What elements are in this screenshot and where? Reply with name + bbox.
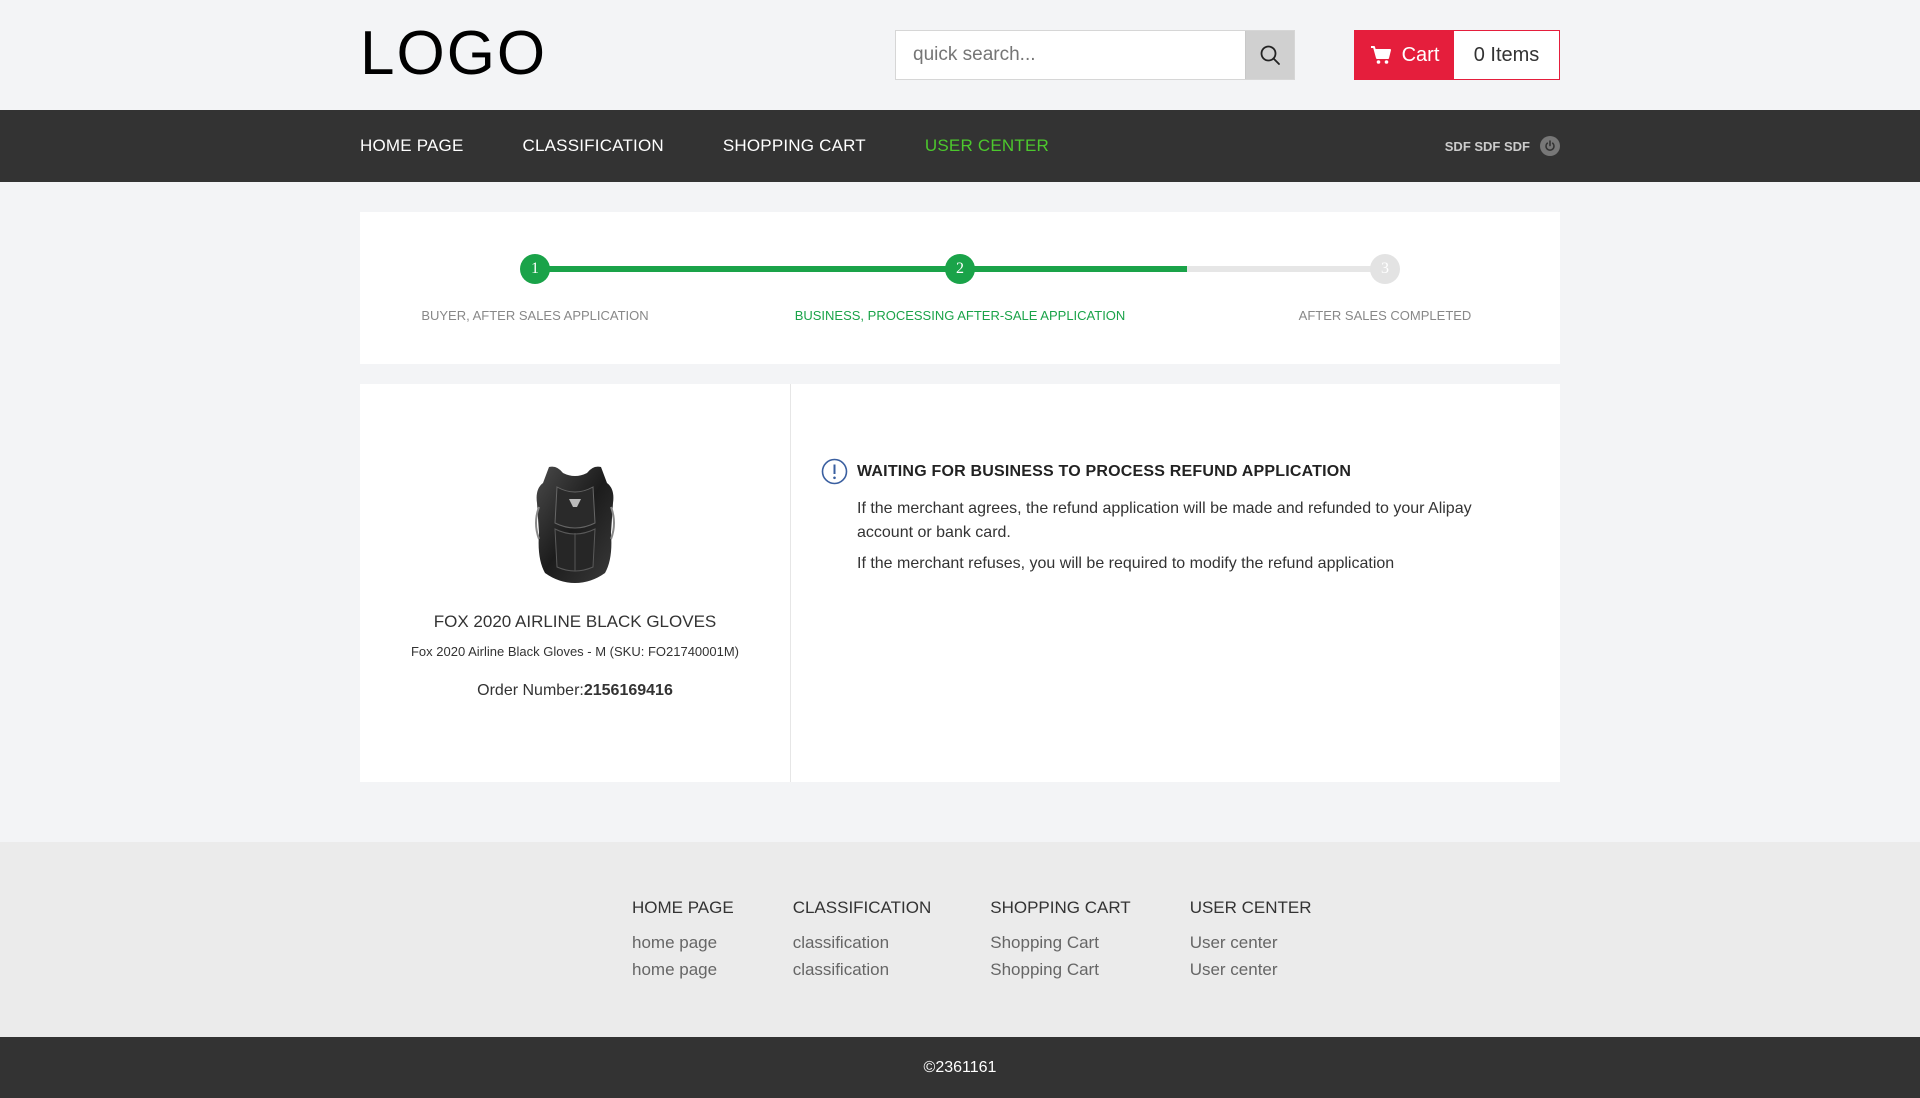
cart-button[interactable]: Cart 0 Items <box>1354 30 1560 80</box>
nav-item-user-center[interactable]: USER CENTER <box>925 136 1049 156</box>
order-number-label: Order Number: <box>477 682 584 699</box>
product-sku: Fox 2020 Airline Black Gloves - M (SKU: … <box>410 644 740 659</box>
power-icon <box>1545 140 1555 151</box>
footer-link[interactable]: Shopping Cart <box>990 956 1130 983</box>
footer-link[interactable]: classification <box>793 956 932 983</box>
logo[interactable]: LOGO <box>360 18 547 90</box>
copyright: ©2361161 <box>0 1037 1920 1098</box>
footer-col-shopping-cart: SHOPPING CART Shopping Cart Shopping Car… <box>990 842 1130 983</box>
footer-links: HOME PAGE home page home page CLASSIFICA… <box>0 842 1920 1037</box>
refund-status: WAITING FOR BUSINESS TO PROCESS REFUND A… <box>791 384 1560 782</box>
status-header: WAITING FOR BUSINESS TO PROCESS REFUND A… <box>821 458 1530 485</box>
cart-icon <box>1370 46 1391 64</box>
nav-item-shopping-cart[interactable]: SHOPPING CART <box>723 136 866 156</box>
footer-col-title: SHOPPING CART <box>990 898 1131 917</box>
info-icon <box>821 458 848 485</box>
product-image[interactable] <box>510 460 640 590</box>
cart-count[interactable]: 0 Items <box>1454 31 1559 79</box>
progress-steps: 1 2 3 BUYER, AFTER SALES APPLICATION BUS… <box>360 212 1560 364</box>
refund-panel: FOX 2020 AIRLINE BLACK GLOVES Fox 2020 A… <box>360 384 1560 782</box>
footer-columns: HOME PAGE home page home page CLASSIFICA… <box>632 842 1371 983</box>
footer-col-classification: CLASSIFICATION classification classifica… <box>793 842 932 983</box>
status-title: WAITING FOR BUSINESS TO PROCESS REFUND A… <box>857 462 1352 480</box>
step-2-label: BUSINESS, PROCESSING AFTER-SALE APPLICAT… <box>794 308 1126 323</box>
nav-item-classification[interactable]: CLASSIFICATION <box>523 136 664 156</box>
footer-link[interactable]: Shopping Cart <box>990 929 1130 956</box>
footer-col-title: USER CENTER <box>1189 898 1312 917</box>
step-1-label: BUYER, AFTER SALES APPLICATION <box>421 308 649 323</box>
step-3-label: AFTER SALES COMPLETED <box>1298 308 1472 323</box>
product-name[interactable]: FOX 2020 AIRLINE BLACK GLOVES <box>360 612 790 632</box>
footer-link[interactable]: User center <box>1190 956 1312 983</box>
status-agree-text: If the merchant agrees, the refund appli… <box>857 500 1472 541</box>
footer-link[interactable]: classification <box>793 929 932 956</box>
order-number: Order Number:2156169416 <box>360 682 790 700</box>
footer-link[interactable]: home page <box>632 929 734 956</box>
footer-col-title: CLASSIFICATION <box>792 898 932 917</box>
footer-link[interactable]: User center <box>1190 929 1312 956</box>
search-button[interactable] <box>1245 31 1294 79</box>
cart-label: Cart <box>1401 43 1440 66</box>
logout-button[interactable] <box>1540 136 1560 156</box>
progress-track-fill <box>535 266 1187 272</box>
main-nav: HOME PAGE CLASSIFICATION SHOPPING CART U… <box>0 110 1920 182</box>
cart-label-area[interactable]: Cart <box>1355 31 1454 79</box>
body-armor-image <box>535 466 615 583</box>
search-box <box>895 30 1295 80</box>
order-number-value: 2156169416 <box>583 682 673 699</box>
header: LOGO Cart 0 Items <box>0 0 1920 110</box>
footer-col-home: HOME PAGE home page home page <box>632 842 734 983</box>
user-menu: SDF SDF SDF <box>1445 110 1560 182</box>
step-3-dot: 3 <box>1370 254 1400 284</box>
status-refuse-text: If the merchant refuses, you will be req… <box>857 555 1395 572</box>
step-1-dot: 1 <box>520 254 550 284</box>
step-2-dot: 2 <box>945 254 975 284</box>
footer-col-user-center: USER CENTER User center User center <box>1190 842 1312 983</box>
search-icon <box>1260 45 1280 65</box>
product-summary: FOX 2020 AIRLINE BLACK GLOVES Fox 2020 A… <box>360 384 791 782</box>
nav-item-home[interactable]: HOME PAGE <box>360 136 464 156</box>
search-input[interactable] <box>896 31 1245 79</box>
footer-link[interactable]: home page <box>632 956 734 983</box>
footer-col-title: HOME PAGE <box>632 898 734 917</box>
username[interactable]: SDF SDF SDF <box>1445 139 1530 154</box>
